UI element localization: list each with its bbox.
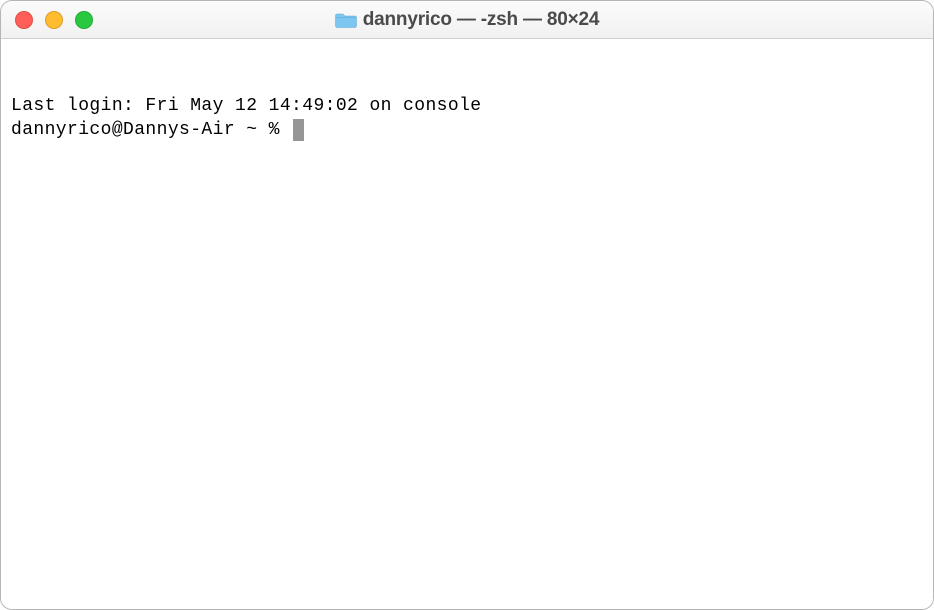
minimize-button[interactable]: [45, 11, 63, 29]
folder-icon: [335, 11, 357, 29]
titlebar: dannyrico — -zsh — 80×24: [1, 1, 933, 39]
close-button[interactable]: [15, 11, 33, 29]
terminal-window: dannyrico — -zsh — 80×24 Last login: Fri…: [0, 0, 934, 610]
terminal-body[interactable]: Last login: Fri May 12 14:49:02 on conso…: [1, 39, 933, 609]
last-login-line: Last login: Fri May 12 14:49:02 on conso…: [11, 94, 923, 118]
traffic-lights: [15, 11, 93, 29]
window-title: dannyrico — -zsh — 80×24: [363, 9, 599, 31]
prompt-line: dannyrico@Dannys-Air ~ %: [11, 118, 923, 142]
cursor: [293, 119, 304, 141]
zoom-button[interactable]: [75, 11, 93, 29]
title-container: dannyrico — -zsh — 80×24: [1, 9, 933, 31]
prompt-text: dannyrico@Dannys-Air ~ %: [11, 118, 291, 142]
